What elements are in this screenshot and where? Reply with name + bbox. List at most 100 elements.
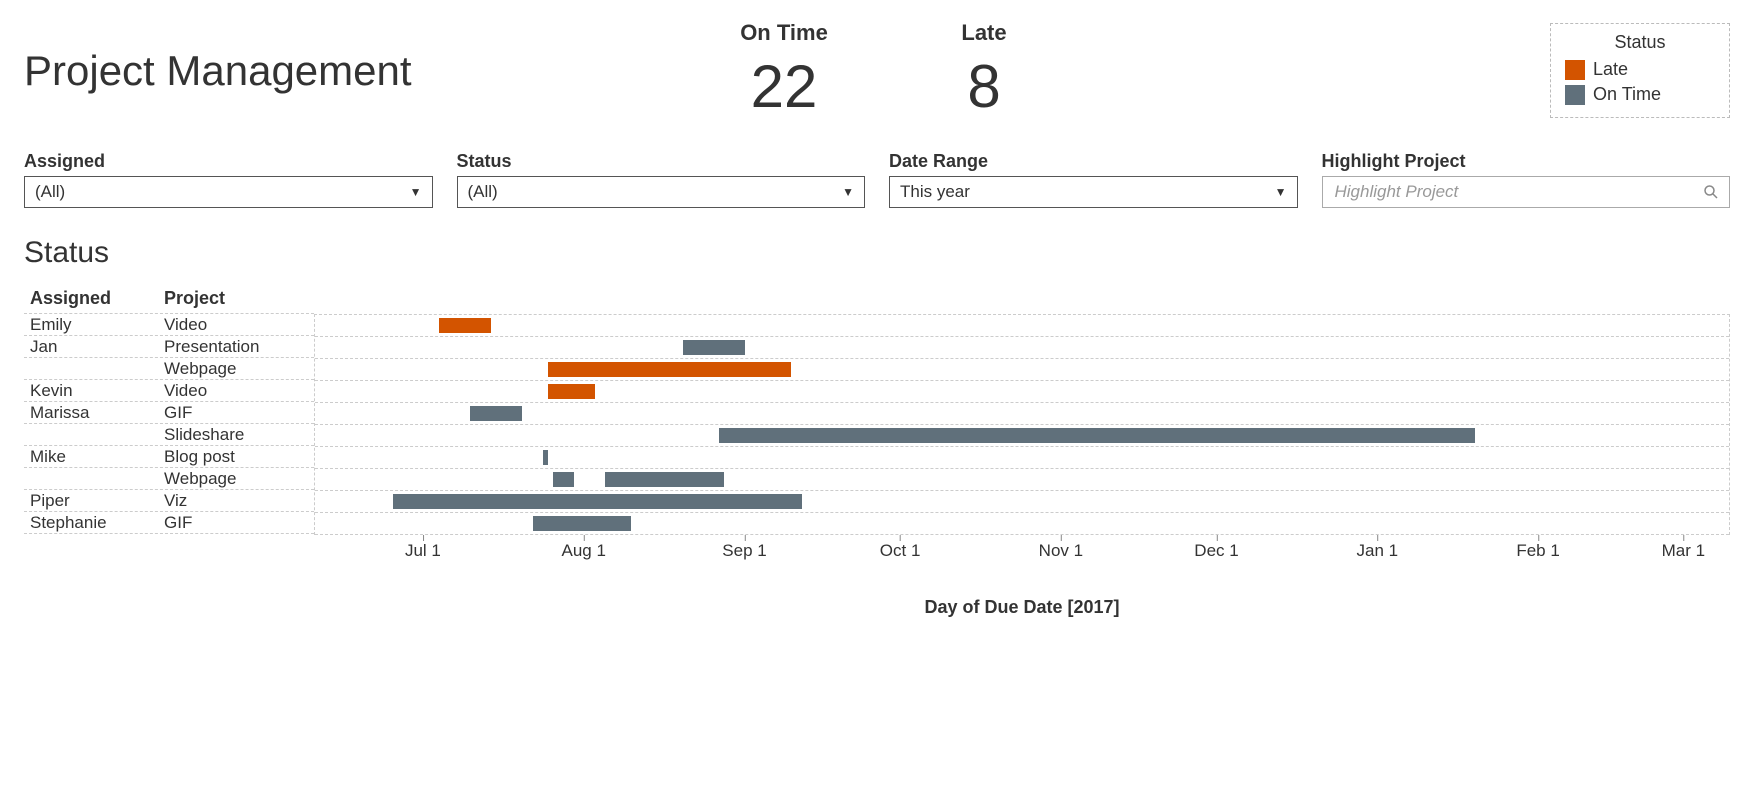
gantt-plot-row — [315, 491, 1729, 513]
axis-tick: Feb 1 — [1516, 541, 1559, 561]
gantt-plot-area: Jul 1 Aug 1 Sep 1 Oct 1 Nov 1 Dec 1 Jan 1 Feb 1… — [314, 288, 1730, 618]
filter-status: Status (All) ▼ — [457, 151, 866, 208]
row-project: Video — [164, 315, 314, 335]
gantt-bar[interactable] — [470, 406, 522, 421]
filter-assigned: Assigned (All) ▼ — [24, 151, 433, 208]
gantt-label-row: MarissaGIF — [24, 402, 314, 424]
header-project: Project — [164, 288, 314, 309]
filters-row: Assigned (All) ▼ Status (All) ▼ Date Ran… — [24, 151, 1730, 208]
row-project: GIF — [164, 403, 314, 423]
gantt-plot-row — [315, 381, 1729, 403]
filter-date-range-dropdown[interactable]: This year ▼ — [889, 176, 1298, 208]
row-project: GIF — [164, 513, 314, 533]
chevron-down-icon: ▼ — [1275, 185, 1287, 199]
row-project: Viz — [164, 491, 314, 511]
filter-assigned-label: Assigned — [24, 151, 433, 172]
row-project: Webpage — [164, 469, 314, 489]
gantt-plot-row — [315, 403, 1729, 425]
gantt-plot-row — [315, 359, 1729, 381]
axis-tick: Sep 1 — [722, 541, 766, 561]
gantt-label-row: Slideshare — [24, 424, 314, 446]
gantt-bar[interactable] — [683, 340, 745, 355]
kpi-late-label: Late — [904, 20, 1064, 46]
gantt-bar[interactable] — [605, 472, 724, 487]
legend-swatch-late — [1565, 60, 1585, 80]
gantt-bar[interactable] — [548, 362, 791, 377]
highlight-search-input[interactable] — [1333, 181, 1704, 203]
kpi-late: Late 8 — [904, 20, 1064, 121]
filter-date-range: Date Range This year ▼ — [889, 151, 1298, 208]
axis-tick: Nov 1 — [1039, 541, 1083, 561]
gantt-plot-row — [315, 513, 1729, 535]
gantt-bar[interactable] — [393, 494, 802, 509]
gantt-label-row: MikeBlog post — [24, 446, 314, 468]
axis-tick: Aug 1 — [561, 541, 605, 561]
chevron-down-icon: ▼ — [842, 185, 854, 199]
search-icon — [1703, 184, 1719, 200]
kpi-late-value: 8 — [904, 52, 1064, 121]
gantt-bar[interactable] — [548, 384, 595, 399]
row-assigned: Kevin — [24, 381, 164, 401]
gantt-bar[interactable] — [543, 450, 548, 465]
row-project: Webpage — [164, 359, 314, 379]
row-project: Slideshare — [164, 425, 314, 445]
legend-title: Status — [1565, 32, 1715, 53]
header-assigned: Assigned — [24, 288, 164, 309]
legend-label-ontime: On Time — [1593, 84, 1661, 105]
row-assigned: Mike — [24, 447, 164, 467]
gantt-plot-row — [315, 447, 1729, 469]
gantt-row-labels: Assigned Project EmilyVideoJanPresentati… — [24, 288, 314, 618]
chart-section-title: Status — [24, 236, 1730, 270]
legend: Status Late On Time — [1550, 23, 1730, 118]
filter-status-value: (All) — [468, 182, 498, 202]
filter-assigned-value: (All) — [35, 182, 65, 202]
gantt-label-row: KevinVideo — [24, 380, 314, 402]
axis-tick: Jul 1 — [405, 541, 441, 561]
page-title: Project Management — [24, 47, 664, 95]
row-assigned: Jan — [24, 337, 164, 357]
gantt-label-row: EmilyVideo — [24, 314, 314, 336]
x-axis: Jul 1 Aug 1 Sep 1 Oct 1 Nov 1 Dec 1 Jan 1 Feb 1… — [314, 541, 1730, 571]
gantt-plot-row — [315, 425, 1729, 447]
filter-assigned-dropdown[interactable]: (All) ▼ — [24, 176, 433, 208]
highlight-search-box[interactable] — [1322, 176, 1731, 208]
gantt-label-row: StephanieGIF — [24, 512, 314, 534]
gantt-plot-row — [315, 315, 1729, 337]
filter-status-dropdown[interactable]: (All) ▼ — [457, 176, 866, 208]
gantt-label-row: PiperViz — [24, 490, 314, 512]
row-project: Video — [164, 381, 314, 401]
gantt-label-row: JanPresentation — [24, 336, 314, 358]
gantt-bar[interactable] — [553, 472, 574, 487]
chevron-down-icon: ▼ — [410, 185, 422, 199]
axis-tick: Jan 1 — [1356, 541, 1398, 561]
legend-swatch-ontime — [1565, 85, 1585, 105]
row-project: Presentation — [164, 337, 314, 357]
filter-status-label: Status — [457, 151, 866, 172]
gantt-bar[interactable] — [439, 318, 491, 333]
filter-date-range-value: This year — [900, 182, 970, 202]
row-assigned: Emily — [24, 315, 164, 335]
axis-tick: Dec 1 — [1194, 541, 1238, 561]
row-assigned: Piper — [24, 491, 164, 511]
x-axis-label: Day of Due Date [2017] — [314, 597, 1730, 618]
axis-tick: Mar 1 — [1662, 541, 1705, 561]
kpi-on-time-label: On Time — [704, 20, 864, 46]
axis-tick: Oct 1 — [880, 541, 921, 561]
gantt-chart: Assigned Project EmilyVideoJanPresentati… — [24, 288, 1730, 618]
dashboard-header: Project Management On Time 22 Late 8 Sta… — [24, 20, 1730, 121]
legend-item-late[interactable]: Late — [1565, 59, 1715, 80]
kpi-on-time: On Time 22 — [704, 20, 864, 121]
legend-item-ontime[interactable]: On Time — [1565, 84, 1715, 105]
gantt-bar[interactable] — [719, 428, 1475, 443]
row-assigned: Marissa — [24, 403, 164, 423]
gantt-header-row: Assigned Project — [24, 288, 314, 313]
gantt-plot-row — [315, 337, 1729, 359]
gantt-bar[interactable] — [533, 516, 631, 531]
row-assigned: Stephanie — [24, 513, 164, 533]
gantt-label-row: Webpage — [24, 358, 314, 380]
filter-date-range-label: Date Range — [889, 151, 1298, 172]
gantt-plot-row — [315, 469, 1729, 491]
filter-highlight-label: Highlight Project — [1322, 151, 1731, 172]
kpi-on-time-value: 22 — [704, 52, 864, 121]
gantt-plot-header-spacer — [314, 288, 1730, 314]
